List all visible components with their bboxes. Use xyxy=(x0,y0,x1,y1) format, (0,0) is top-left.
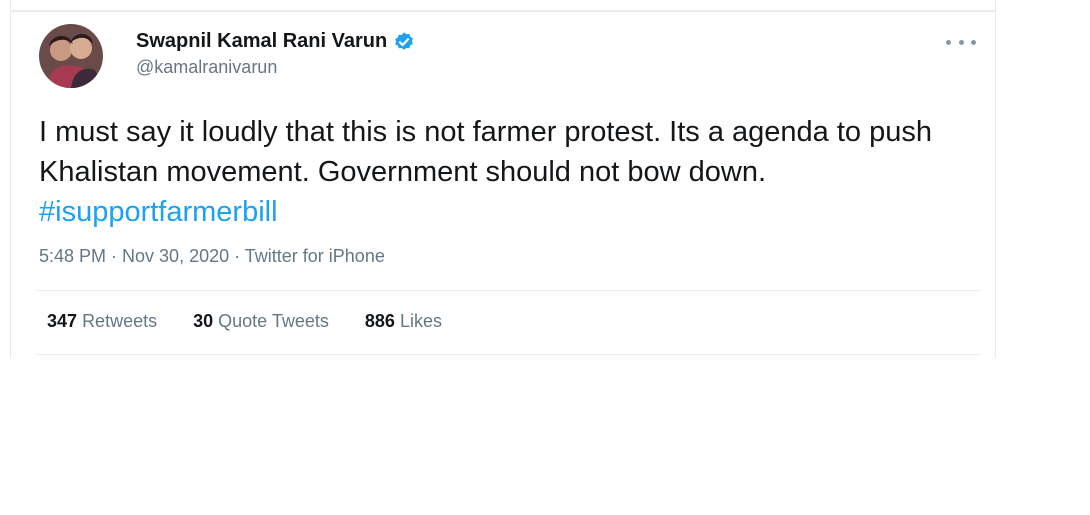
avatar[interactable] xyxy=(39,24,103,88)
engagement-stats: 347 Retweets 30 Quote Tweets 886 Likes xyxy=(47,311,442,332)
likes-stat[interactable]: 886 Likes xyxy=(365,311,442,332)
tweet-card: Swapnil Kamal Rani Varun @kamalranivarun… xyxy=(10,0,996,358)
display-name-row[interactable]: Swapnil Kamal Rani Varun xyxy=(136,30,415,53)
tweet-meta[interactable]: 5:48 PM · Nov 30, 2020 · Twitter for iPh… xyxy=(39,246,385,267)
quote-tweets-stat[interactable]: 30 Quote Tweets xyxy=(193,311,329,332)
tweet-body: I must say it loudly that this is not fa… xyxy=(39,116,932,188)
handle[interactable]: @kamalranivarun xyxy=(136,57,277,78)
retweets-stat[interactable]: 347 Retweets xyxy=(47,311,157,332)
more-dot xyxy=(946,39,951,45)
likes-label: Likes xyxy=(399,311,442,331)
divider xyxy=(37,354,981,355)
display-name[interactable]: Swapnil Kamal Rani Varun xyxy=(136,30,387,53)
tweet-text: I must say it loudly that this is not fa… xyxy=(39,112,959,232)
retweets-count: 347 xyxy=(47,311,78,331)
more-dot xyxy=(958,39,964,45)
retweets-label: Retweets xyxy=(82,311,158,331)
top-divider xyxy=(11,10,995,12)
quote-tweets-label: Quote Tweets xyxy=(218,311,329,331)
verified-badge-icon xyxy=(395,31,413,50)
quote-tweets-count: 30 xyxy=(193,311,214,331)
hashtag-link[interactable]: #isupportfarmerbill xyxy=(39,196,278,228)
divider xyxy=(37,290,981,291)
likes-count: 886 xyxy=(364,311,395,331)
more-dot xyxy=(971,39,976,45)
more-options-icon[interactable] xyxy=(946,36,976,48)
